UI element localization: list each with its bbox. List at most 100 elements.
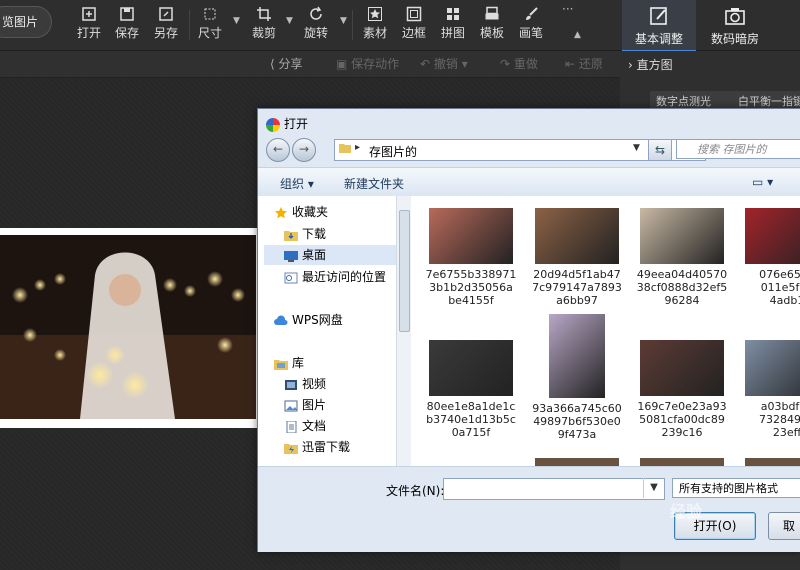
file-thumbnail <box>640 458 724 466</box>
resize-dropdown-icon[interactable]: ▼ <box>233 16 240 26</box>
collage-button[interactable]: 拼图 <box>434 4 472 46</box>
cloud-icon <box>274 313 292 327</box>
dialog-footer: 文件名(N): ▼ 所有支持的图片格式 打开(O) 取 <box>258 466 800 552</box>
filename-label: 文件名(N): <box>386 484 445 498</box>
file-name-line: 9f473a <box>557 428 597 441</box>
file-item[interactable]: 169c7e0e23a93 5081cfa00dc89 239c16 <box>634 340 730 439</box>
save-icon <box>120 7 134 21</box>
action-bar: ⟨ 分享 ▣ 保存动作 ↶ 撤销 ▾ ↷ 重做 ⇤ 还原 <box>0 51 620 78</box>
save-as-icon <box>159 7 173 21</box>
forward-button[interactable]: → <box>292 138 316 162</box>
file-item[interactable]: 49eea04d40570 38cf0888d32ef5 96284 <box>634 208 730 307</box>
filename-field[interactable] <box>443 478 665 500</box>
main-toolbar: 览图片 打开 保存 另存 尺寸 ▼ 裁剪 ▼ 旋转 ▼ 素材 边框 拼图 模板 <box>0 0 800 52</box>
share-button[interactable]: ⟨ 分享 <box>270 55 303 72</box>
navigation-pane: 收藏夹下载桌面最近访问的位置 WPS网盘库视频图片文档迅雷下载 <box>258 196 399 466</box>
sidebar-item-star[interactable]: 收藏夹 <box>274 202 328 222</box>
sidebar-item-label: 文档 <box>302 419 327 433</box>
view-options-icon[interactable]: ▭ ▾ <box>752 175 773 189</box>
sidebar-item-document[interactable]: 文档 <box>284 416 326 436</box>
file-name-line: 73284995 <box>759 413 800 426</box>
crop-dropdown-icon[interactable]: ▼ <box>286 16 293 26</box>
sidebar-item-label: 下载 <box>302 227 327 241</box>
brush-button[interactable]: 画笔 <box>512 4 550 46</box>
toolbar-divider <box>189 10 190 40</box>
file-name-line: 3b1b2d35056a <box>429 281 513 294</box>
sidebar-item-recent-places[interactable]: 最近访问的位置 <box>284 267 386 287</box>
rotate-button[interactable]: 旋转 <box>297 4 335 46</box>
sidebar-item-desktop[interactable]: 桌面 <box>264 245 398 265</box>
video-icon <box>284 377 302 391</box>
search-input[interactable]: 搜索 存图片的 <box>676 139 800 159</box>
filetype-select[interactable]: 所有支持的图片格式 <box>672 478 800 498</box>
sidebar-item-cloud[interactable]: WPS网盘 <box>274 310 343 330</box>
file-name-line: 20d94d5f1ab47 <box>533 268 621 281</box>
sidebar-item-thunder[interactable]: 迅雷下载 <box>284 437 350 457</box>
redo-button[interactable]: ↷ 重做 <box>500 55 538 72</box>
save-as-button[interactable]: 另存 <box>147 4 185 46</box>
crop-button[interactable]: 裁剪 <box>245 4 283 46</box>
frame-icon <box>406 6 422 22</box>
file-thumbnail <box>549 314 605 398</box>
file-thumbnail <box>640 208 724 264</box>
address-dropdown-icon[interactable]: ▼ <box>633 143 640 153</box>
refresh-icon: ⇆ <box>654 143 666 157</box>
rotate-icon <box>310 6 322 20</box>
file-item[interactable]: 80ee1e8a1de1c b3740e1d13b5c 0a715f <box>423 340 519 439</box>
rotate-dropdown-icon[interactable]: ▼ <box>340 16 347 26</box>
nav-scrollbar-thumb[interactable] <box>399 210 410 332</box>
sidebar-item-label: 图片 <box>302 398 327 412</box>
sidebar-item-label: 桌面 <box>302 248 327 262</box>
material-button[interactable]: 素材 <box>356 4 394 46</box>
file-item[interactable]: 7e6755b338971 3b1b2d35056a be4155f <box>423 208 519 307</box>
file-thumbnail <box>429 340 513 396</box>
save-action-button[interactable]: ▣ 保存动作 <box>336 55 399 72</box>
collage-icon <box>447 8 459 20</box>
sidebar-item-video[interactable]: 视频 <box>284 374 326 394</box>
sidebar-item-label: 视频 <box>302 377 327 391</box>
restore-button[interactable]: ⇤ 还原 <box>565 55 603 72</box>
file-thumbnail <box>745 458 800 466</box>
tab-digital-darkroom[interactable]: 数码暗房 <box>698 0 772 50</box>
sidebar-item-picture[interactable]: 图片 <box>284 395 326 415</box>
open-icon <box>82 7 96 21</box>
file-name-line: b3740e1d13b5c <box>426 413 516 426</box>
organize-menu[interactable]: 组织 ▾ <box>280 175 314 192</box>
desktop-icon <box>284 248 302 262</box>
file-item[interactable]: 076e6577011e5fb64adb1 <box>739 208 800 307</box>
toolbar-expand-icon[interactable]: ▲ <box>574 30 581 40</box>
file-name-line: 49897b6f530e0 <box>533 415 621 428</box>
browse-pictures-button[interactable]: 览图片 <box>0 6 52 38</box>
open-button[interactable]: 打开 <box>70 4 108 46</box>
open-file-dialog: 打开 ← → ▸ 存图片的 ▼ ⇆ 搜索 存图片的 组织 ▾ 新建文件夹 ▭ ▾… <box>257 108 800 552</box>
undo-button[interactable]: ↶ 撤销 ▾ <box>420 55 468 72</box>
refresh-button[interactable]: ⇆ <box>648 139 672 161</box>
frame-button[interactable]: 边框 <box>395 4 433 46</box>
file-name-line: 5081cfa00dc89 <box>639 413 725 426</box>
file-thumbnail <box>535 458 619 466</box>
breadcrumb[interactable]: 存图片的 <box>369 143 417 160</box>
sidebar-item-library[interactable]: 库 <box>274 353 304 373</box>
cancel-button[interactable]: 取 <box>768 512 800 540</box>
star-icon <box>274 205 292 219</box>
file-item[interactable]: 93a366a745c60 49897b6f530e0 9f473a <box>529 314 625 441</box>
resize-button[interactable]: 尺寸 <box>191 4 229 46</box>
sidebar-item-download-folder[interactable]: 下载 <box>284 224 326 244</box>
file-name-line: 169c7e0e23a93 <box>637 400 727 413</box>
file-item[interactable]: a03bdf1b7328499523eff <box>739 340 800 439</box>
new-folder-button[interactable]: 新建文件夹 <box>344 175 404 192</box>
more-dots-icon[interactable]: ··· <box>562 2 573 16</box>
file-thumbnail <box>429 208 513 264</box>
nav-scrollbar[interactable] <box>396 196 411 466</box>
file-item[interactable]: 20d94d5f1ab47 7c979147a7893 a6bb97 <box>529 208 625 307</box>
file-thumbnail <box>640 340 724 396</box>
sidebar-item-label: WPS网盘 <box>292 313 343 327</box>
app-logo-icon <box>266 117 280 132</box>
star-icon <box>368 7 382 21</box>
library-icon <box>274 356 292 370</box>
back-button[interactable]: ← <box>266 138 290 162</box>
save-button[interactable]: 保存 <box>108 4 146 46</box>
filename-dropdown-icon[interactable]: ▼ <box>643 478 664 498</box>
template-button[interactable]: 模板 <box>473 4 511 46</box>
tab-basic-adjust[interactable]: 基本调整 <box>622 0 696 52</box>
